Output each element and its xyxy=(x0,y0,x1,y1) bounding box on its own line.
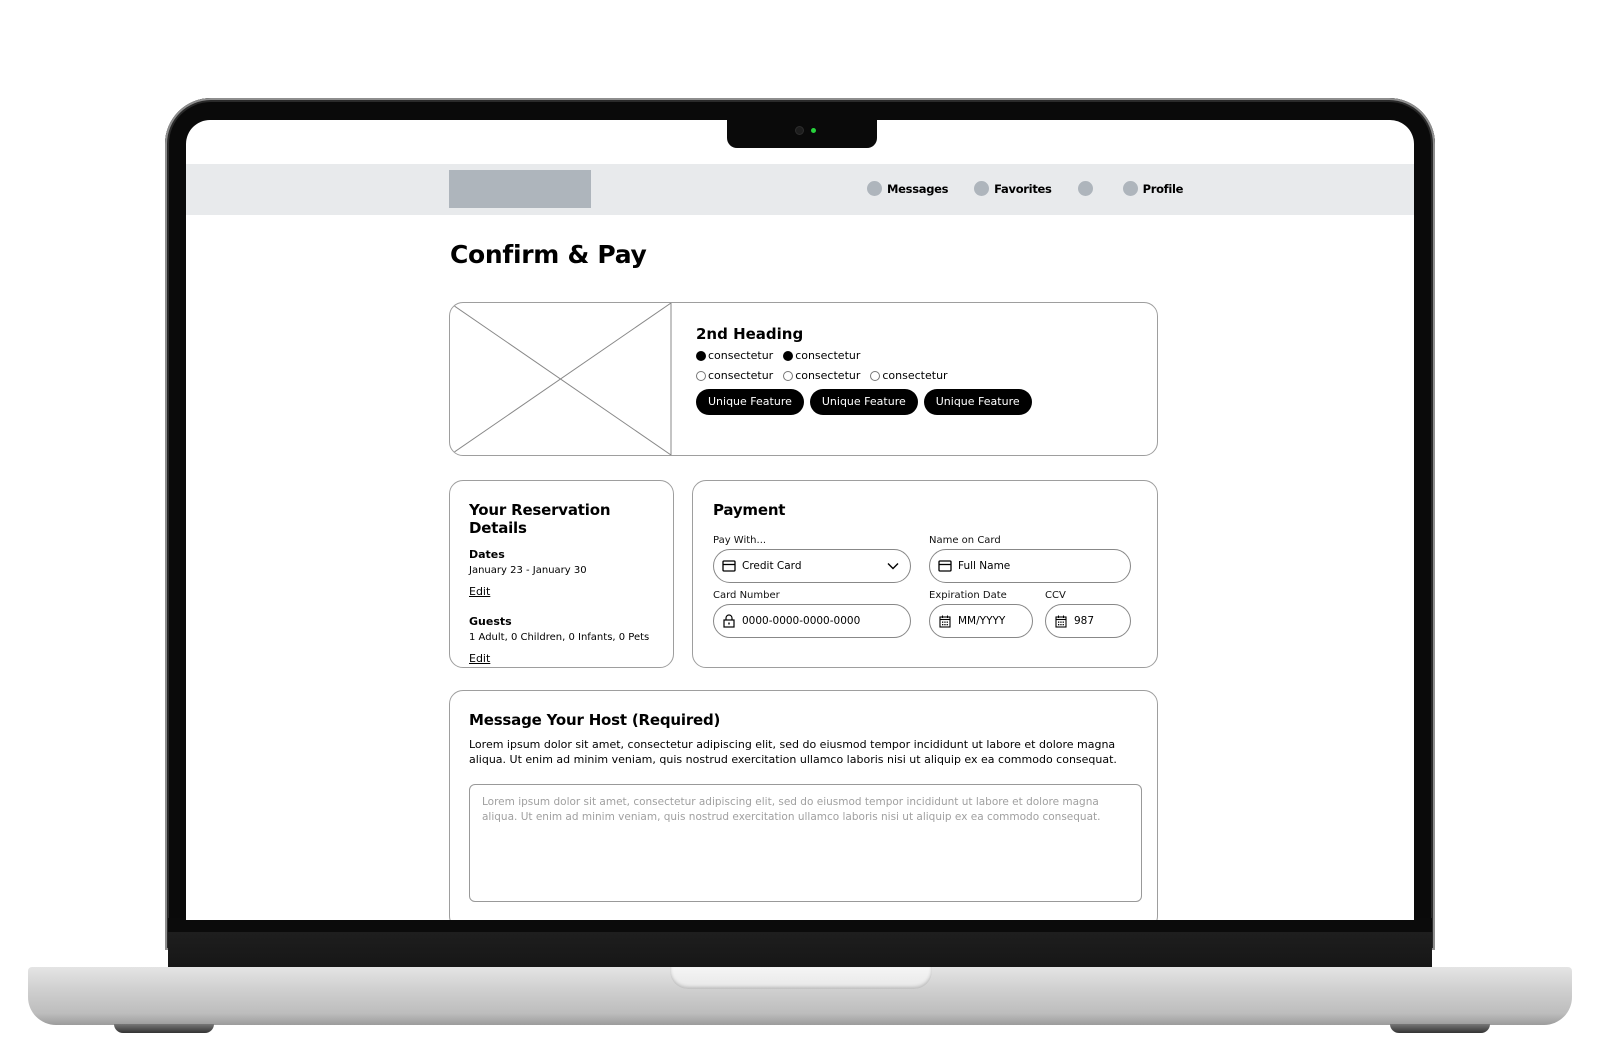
laptop-chin xyxy=(168,918,1432,970)
nav-items: Messages Favorites Profile xyxy=(867,181,1209,196)
laptop-foot-left xyxy=(114,1024,214,1033)
message-host-card: Message Your Host (Required) Lorem ipsum… xyxy=(449,690,1158,920)
listing-info: 2nd Heading consectetur consectetur cons… xyxy=(696,325,1032,415)
expiration-placeholder: MM/YYYY xyxy=(958,615,1006,627)
ccv-label: CCV xyxy=(1045,590,1066,601)
filled-tags: consectetur consectetur xyxy=(696,349,1032,362)
empty-bullet-icon xyxy=(870,370,881,381)
guests-label: Guests xyxy=(469,615,512,628)
laptop-base-notch xyxy=(670,967,932,989)
tag: consectetur xyxy=(783,369,860,382)
camera-lens-icon xyxy=(795,126,804,135)
screen: Messages Favorites Profile Confirm & Pay xyxy=(186,120,1414,920)
unlabeled-nav-icon xyxy=(1077,181,1093,196)
tag-label: consectetur xyxy=(708,369,774,382)
profile-icon xyxy=(1122,181,1138,196)
payment-title: Payment xyxy=(713,501,786,519)
nav-item-messages[interactable]: Messages xyxy=(867,181,948,196)
empty-bullet-icon xyxy=(696,370,706,381)
listing-heading: 2nd Heading xyxy=(696,325,804,343)
credit-card-icon xyxy=(938,559,952,573)
name-on-card-label: Name on Card xyxy=(929,535,1001,546)
name-on-card-input[interactable]: Full Name xyxy=(929,549,1131,583)
message-textarea[interactable]: Lorem ipsum dolor sit amet, consectetur … xyxy=(469,784,1142,902)
logo-placeholder[interactable] xyxy=(449,170,591,208)
dates-label: Dates xyxy=(469,548,505,561)
tag: consectetur xyxy=(696,369,773,382)
credit-card-icon xyxy=(722,559,736,573)
nav-label: Favorites xyxy=(994,181,1052,196)
reservation-card: Your Reservation Details Dates January 2… xyxy=(449,480,674,668)
filled-bullet-icon xyxy=(783,350,794,361)
laptop-foot-right xyxy=(1390,1024,1490,1033)
expiration-label: Expiration Date xyxy=(929,590,1007,601)
tag-label: consectetur xyxy=(795,369,861,382)
filled-bullet-icon xyxy=(696,350,706,361)
nav-item-favorites[interactable]: Favorites xyxy=(974,181,1052,196)
page-title: Confirm & Pay xyxy=(450,240,647,269)
feature-chip[interactable]: Unique Feature xyxy=(696,389,804,415)
tag: consectetur xyxy=(870,369,948,382)
top-nav: Messages Favorites Profile xyxy=(186,164,1414,215)
lock-icon xyxy=(722,614,736,628)
reservation-content: Your Reservation Details Dates January 2… xyxy=(469,501,673,682)
favorites-icon xyxy=(974,181,990,196)
calendar-icon xyxy=(938,614,952,628)
payment-card: Payment Pay With... Credit Card Name on … xyxy=(692,480,1158,668)
camera-led-icon xyxy=(811,128,816,133)
pay-with-select[interactable]: Credit Card xyxy=(713,549,911,583)
card-number-placeholder: 0000-0000-0000-0000 xyxy=(742,615,861,627)
nav-label: Profile xyxy=(1142,181,1184,196)
nav-label: Messages xyxy=(887,181,949,196)
nav-item-unlabeled[interactable] xyxy=(1077,181,1098,196)
guests-value: 1 Adult, 0 Children, 0 Infants, 0 Pets xyxy=(469,632,650,643)
ccv-input[interactable]: 987 xyxy=(1045,604,1131,638)
listing-card: 2nd Heading consectetur consectetur cons… xyxy=(449,302,1158,456)
message-description: Lorem ipsum dolor sit amet, consectetur … xyxy=(469,738,1117,766)
calendar-icon xyxy=(1054,614,1068,628)
feature-chip[interactable]: Unique Feature xyxy=(923,389,1032,415)
chevron-down-icon xyxy=(886,559,900,576)
card-number-label: Card Number xyxy=(713,590,780,601)
pay-with-value: Credit Card xyxy=(742,560,802,572)
edit-dates-link[interactable]: Edit xyxy=(469,585,673,598)
camera-notch xyxy=(727,118,877,148)
tag-label: consectetur xyxy=(795,349,861,362)
empty-bullet-icon xyxy=(783,370,794,381)
name-on-card-placeholder: Full Name xyxy=(958,560,1011,572)
tag: consectetur xyxy=(696,349,773,362)
messages-icon xyxy=(867,181,882,196)
ccv-value: 987 xyxy=(1074,615,1095,627)
feature-chips: Unique Feature Unique Feature Unique Fea… xyxy=(696,389,1032,415)
feature-chip[interactable]: Unique Feature xyxy=(809,389,918,415)
tag-label: consectetur xyxy=(882,369,948,382)
edit-guests-link[interactable]: Edit xyxy=(469,652,673,665)
dates-value: January 23 - January 30 xyxy=(469,565,587,576)
message-title: Message Your Host (Required) xyxy=(469,711,721,729)
tag-label: consectetur xyxy=(708,349,774,362)
empty-tags: consectetur consectetur consectetur xyxy=(696,369,1032,382)
expiration-input[interactable]: MM/YYYY xyxy=(929,604,1033,638)
message-placeholder: Lorem ipsum dolor sit amet, consectetur … xyxy=(482,796,1101,823)
nav-item-profile[interactable]: Profile xyxy=(1122,181,1184,196)
reservation-title: Your Reservation Details xyxy=(469,501,611,537)
tag: consectetur xyxy=(783,349,860,362)
pay-with-label: Pay With... xyxy=(713,535,767,546)
image-placeholder-icon xyxy=(450,303,672,455)
card-number-input[interactable]: 0000-0000-0000-0000 xyxy=(713,604,911,638)
